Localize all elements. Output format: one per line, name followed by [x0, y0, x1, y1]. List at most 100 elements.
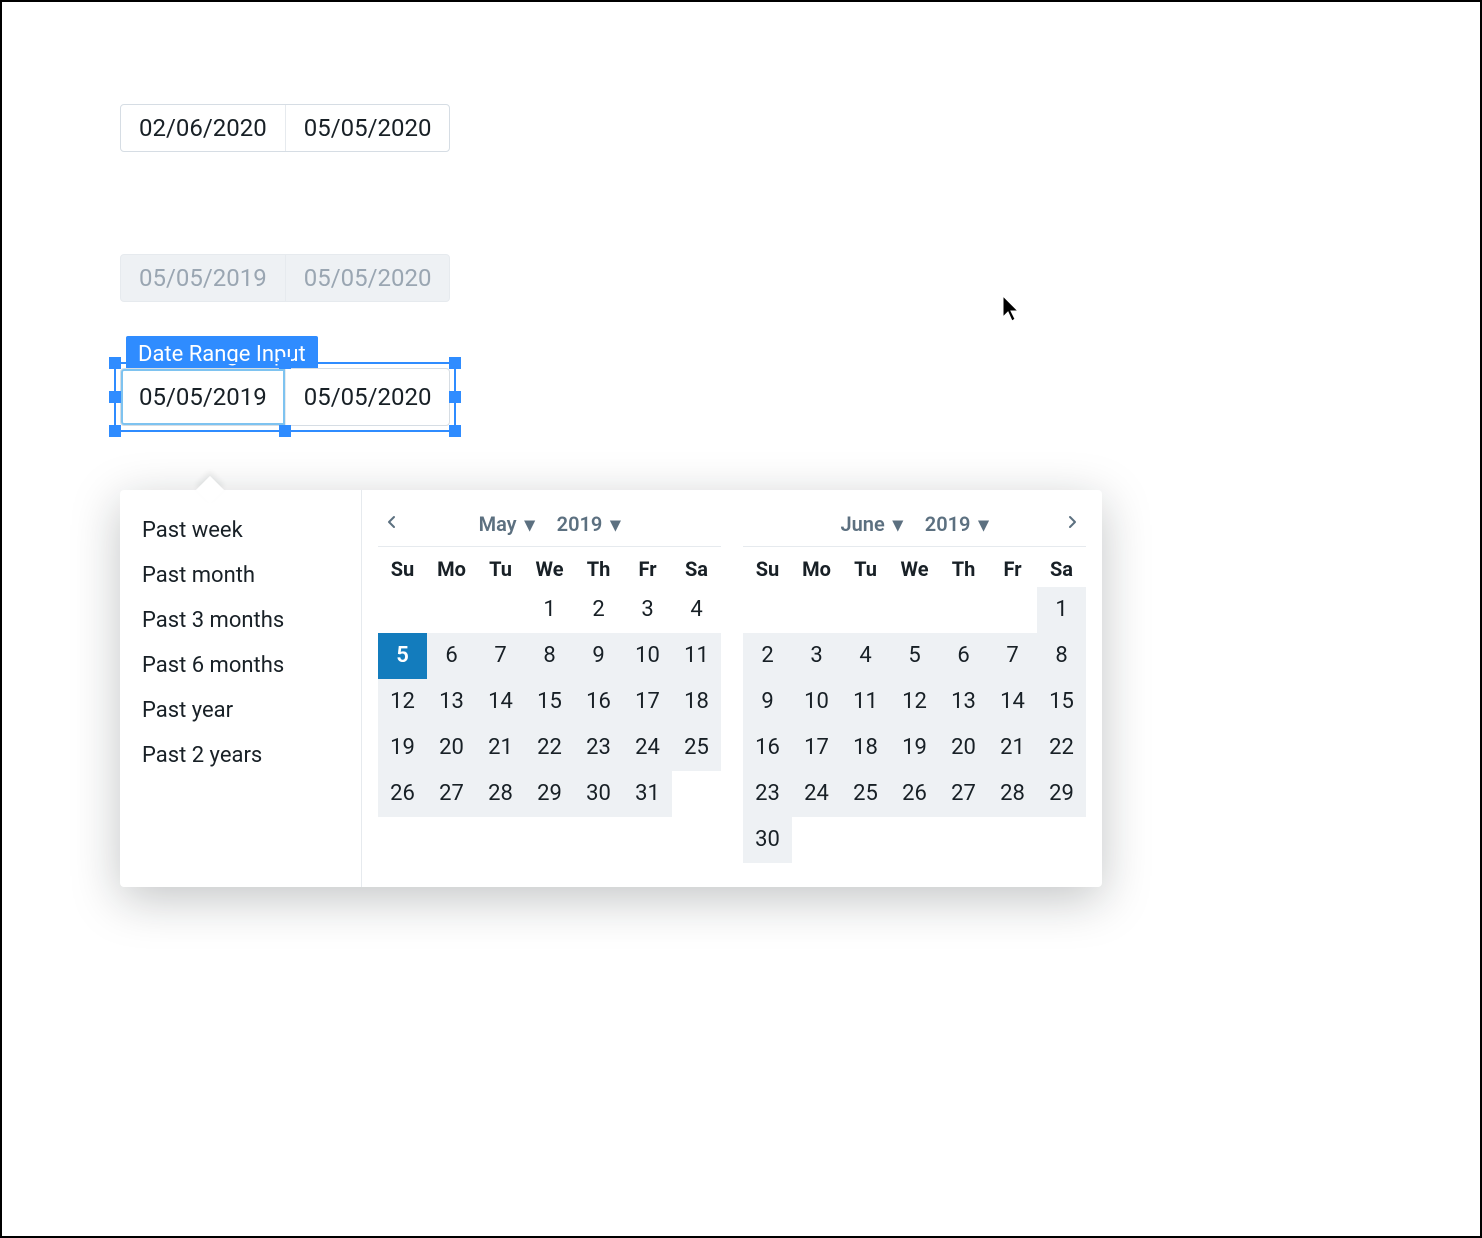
resize-handle-ne[interactable] — [449, 357, 461, 369]
calendar-day[interactable]: 15 — [1037, 679, 1086, 725]
date-start-field: 05/05/2019 — [121, 255, 285, 301]
resize-handle-sw[interactable] — [109, 425, 121, 437]
calendar-day[interactable]: 28 — [476, 771, 525, 817]
calendar-empty-cell — [988, 587, 1037, 633]
date-start-field[interactable]: 05/05/2019 — [121, 369, 285, 425]
calendar-day[interactable]: 21 — [476, 725, 525, 771]
calendar-day[interactable]: 27 — [427, 771, 476, 817]
calendar-empty-cell — [939, 817, 988, 863]
calendar-day[interactable]: 20 — [427, 725, 476, 771]
calendar-day[interactable]: 23 — [743, 771, 792, 817]
calendar-day[interactable]: 14 — [476, 679, 525, 725]
calendar-day[interactable]: 19 — [378, 725, 427, 771]
calendar-day[interactable]: 24 — [623, 725, 672, 771]
calendar-day[interactable]: 3 — [623, 587, 672, 633]
shortcut-item[interactable]: Past year — [120, 688, 361, 733]
calendar-day[interactable]: 31 — [623, 771, 672, 817]
weekday-label: We — [890, 557, 939, 581]
calendar-day[interactable]: 9 — [574, 633, 623, 679]
weekday-header: SuMoTuWeThFrSa — [378, 547, 721, 587]
shortcut-item[interactable]: Past 2 years — [120, 733, 361, 778]
calendar-day[interactable]: 29 — [1037, 771, 1086, 817]
month-select[interactable]: June ▾ — [832, 510, 910, 538]
calendar-day[interactable]: 12 — [890, 679, 939, 725]
calendar-day[interactable]: 21 — [988, 725, 1037, 771]
date-range-input-3[interactable]: 05/05/2019 05/05/2020 — [120, 368, 450, 426]
calendar-day[interactable]: 11 — [672, 633, 721, 679]
date-range-input-1[interactable]: 02/06/2020 05/05/2020 — [120, 104, 450, 152]
calendar-day[interactable]: 25 — [841, 771, 890, 817]
calendar-day[interactable]: 9 — [743, 679, 792, 725]
calendar-empty-cell — [841, 817, 890, 863]
calendar-day[interactable]: 26 — [890, 771, 939, 817]
shortcut-item[interactable]: Past month — [120, 553, 361, 598]
calendar-day[interactable]: 2 — [574, 587, 623, 633]
shortcut-item[interactable]: Past 3 months — [120, 598, 361, 643]
calendar-day[interactable]: 25 — [672, 725, 721, 771]
calendar-day[interactable]: 18 — [841, 725, 890, 771]
calendar-empty-cell — [743, 587, 792, 633]
calendar-day[interactable]: 13 — [427, 679, 476, 725]
calendar-day[interactable]: 8 — [525, 633, 574, 679]
selection-box[interactable]: 05/05/2019 05/05/2020 — [120, 368, 450, 426]
calendar-day[interactable]: 14 — [988, 679, 1037, 725]
resize-handle-e[interactable] — [449, 391, 461, 403]
calendar-day[interactable]: 15 — [525, 679, 574, 725]
month-select[interactable]: May ▾ — [471, 510, 543, 538]
calendar-day[interactable]: 11 — [841, 679, 890, 725]
calendar-day[interactable]: 12 — [378, 679, 427, 725]
weekday-label: Mo — [792, 557, 841, 581]
calendar-day[interactable]: 18 — [672, 679, 721, 725]
calendar-day[interactable]: 26 — [378, 771, 427, 817]
calendar-day[interactable]: 23 — [574, 725, 623, 771]
calendar-day[interactable]: 1 — [1037, 587, 1086, 633]
prev-month-button[interactable] — [378, 508, 406, 536]
calendar-day[interactable]: 2 — [743, 633, 792, 679]
resize-handle-nw[interactable] — [109, 357, 121, 369]
date-start-field[interactable]: 02/06/2020 — [121, 105, 285, 151]
calendar-week-row: 19202122232425 — [378, 725, 721, 771]
calendar-day[interactable]: 5 — [378, 633, 427, 679]
calendar-day[interactable]: 3 — [792, 633, 841, 679]
calendar-day[interactable]: 6 — [939, 633, 988, 679]
calendar-day[interactable]: 19 — [890, 725, 939, 771]
calendar-day[interactable]: 4 — [672, 587, 721, 633]
calendar-day[interactable]: 6 — [427, 633, 476, 679]
resize-handle-w[interactable] — [109, 391, 121, 403]
calendar-day[interactable]: 13 — [939, 679, 988, 725]
shortcut-item[interactable]: Past week — [120, 508, 361, 553]
calendar-day[interactable]: 10 — [623, 633, 672, 679]
weekday-label: Su — [743, 557, 792, 581]
calendar-day[interactable]: 22 — [525, 725, 574, 771]
calendar-empty-cell — [890, 817, 939, 863]
year-select[interactable]: 2019 ▾ — [549, 510, 629, 538]
calendar-day[interactable]: 5 — [890, 633, 939, 679]
calendar-day[interactable]: 7 — [988, 633, 1037, 679]
calendar-day[interactable]: 22 — [1037, 725, 1086, 771]
resize-handle-n[interactable] — [279, 357, 291, 369]
calendar-day[interactable]: 28 — [988, 771, 1037, 817]
calendar-day[interactable]: 7 — [476, 633, 525, 679]
calendar-day[interactable]: 30 — [574, 771, 623, 817]
calendar-day[interactable]: 27 — [939, 771, 988, 817]
calendar-day[interactable]: 16 — [574, 679, 623, 725]
selected-component[interactable]: Date Range Input 05/05/2019 05/05/2020 — [120, 368, 450, 426]
shortcut-item[interactable]: Past 6 months — [120, 643, 361, 688]
resize-handle-s[interactable] — [279, 425, 291, 437]
date-end-field[interactable]: 05/05/2020 — [285, 369, 450, 425]
calendar-day[interactable]: 20 — [939, 725, 988, 771]
calendar-day[interactable]: 4 — [841, 633, 890, 679]
calendar-day[interactable]: 17 — [792, 725, 841, 771]
calendar-day[interactable]: 17 — [623, 679, 672, 725]
calendar-day[interactable]: 30 — [743, 817, 792, 863]
calendar-day[interactable]: 1 — [525, 587, 574, 633]
calendar-day[interactable]: 16 — [743, 725, 792, 771]
calendar-day[interactable]: 8 — [1037, 633, 1086, 679]
calendar-day[interactable]: 10 — [792, 679, 841, 725]
calendar-day[interactable]: 29 — [525, 771, 574, 817]
year-select[interactable]: 2019 ▾ — [917, 510, 997, 538]
date-end-field[interactable]: 05/05/2020 — [285, 105, 450, 151]
next-month-button[interactable] — [1058, 508, 1086, 536]
calendar-day[interactable]: 24 — [792, 771, 841, 817]
resize-handle-se[interactable] — [449, 425, 461, 437]
